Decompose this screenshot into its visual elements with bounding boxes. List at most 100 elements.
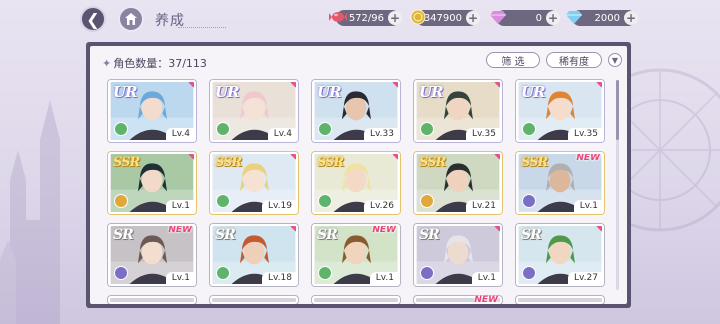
- home-button[interactable]: [118, 6, 144, 32]
- character-card[interactable]: SR Lv.1 NEW: [108, 224, 196, 286]
- attribute-icon: [522, 122, 536, 136]
- character-card[interactable]: SSR Lv.26: [312, 152, 400, 214]
- castle-silhouette-decoration: [0, 100, 60, 324]
- character-card-partial[interactable]: [210, 296, 298, 304]
- sort-order-button[interactable]: ▼: [608, 53, 622, 67]
- attribute-icon: [318, 266, 332, 280]
- level-label: Lv.27: [568, 272, 602, 284]
- character-card[interactable]: UR Lv.35: [516, 80, 604, 142]
- rarity-badge: SSR: [419, 155, 446, 170]
- add-stamina-button[interactable]: +: [388, 11, 402, 25]
- attribute-icon: [216, 122, 230, 136]
- character-panel-body: ✦ 角色数量：37/113 筛 选 稀有度 ▼ UR Lv.4 UR Lv.4 UR Lv.…: [90, 46, 627, 304]
- back-button[interactable]: ❮: [80, 6, 106, 32]
- attribute-icon: [114, 266, 128, 280]
- rarity-badge: UR: [317, 83, 342, 101]
- level-label: Lv.21: [466, 200, 500, 212]
- stamina-counter: 572/96 +: [329, 10, 402, 26]
- rarity-sort-button[interactable]: 稀有度: [546, 52, 602, 68]
- character-card[interactable]: SR Lv.27: [516, 224, 604, 286]
- rarity-badge: UR: [113, 83, 138, 101]
- level-label: Lv.4: [165, 128, 194, 140]
- new-badge: NEW: [372, 225, 396, 235]
- premium-diamond-counter: 0 +: [490, 10, 560, 26]
- rarity-badge: SR: [215, 227, 236, 243]
- level-label: Lv.1: [165, 272, 194, 284]
- character-card-partial[interactable]: [108, 296, 196, 304]
- character-count-text: 角色数量：37/113: [113, 57, 207, 70]
- filter-button[interactable]: 筛 选: [486, 52, 540, 68]
- attribute-icon: [216, 194, 230, 208]
- character-card[interactable]: SR Lv.1: [414, 224, 502, 286]
- attribute-icon: [114, 194, 128, 208]
- character-card[interactable]: UR Lv.4: [210, 80, 298, 142]
- rarity-badge: SR: [521, 227, 542, 243]
- character-card-partial[interactable]: [312, 296, 400, 304]
- stamina-value: 572/96: [348, 12, 384, 24]
- add-premium-diamond-button[interactable]: +: [546, 11, 560, 25]
- character-card[interactable]: SR Lv.18: [210, 224, 298, 286]
- level-label: Lv.35: [568, 128, 602, 140]
- character-card-partial[interactable]: [516, 296, 604, 304]
- chevron-down-icon: ▼: [611, 55, 619, 65]
- candy-icon: [328, 7, 348, 27]
- rarity-badge: SSR: [113, 155, 140, 170]
- add-gold-button[interactable]: +: [466, 11, 480, 25]
- home-icon: [125, 13, 137, 25]
- attribute-icon: [420, 194, 434, 208]
- level-label: Lv.4: [267, 128, 296, 140]
- rarity-badge: UR: [521, 83, 546, 101]
- new-badge: NEW: [474, 295, 498, 304]
- character-card[interactable]: SSR Lv.1: [108, 152, 196, 214]
- attribute-icon: [216, 266, 230, 280]
- add-diamond-button[interactable]: +: [624, 11, 638, 25]
- rarity-badge: SR: [419, 227, 440, 243]
- level-label: Lv.19: [262, 200, 296, 212]
- rarity-badge: SR: [317, 227, 338, 243]
- attribute-icon: [522, 194, 536, 208]
- rarity-badge: UR: [215, 83, 240, 101]
- attribute-icon: [114, 122, 128, 136]
- character-card[interactable]: SR Lv.1 NEW: [312, 224, 400, 286]
- rarity-badge: SSR: [521, 155, 548, 170]
- coin-icon: [408, 7, 428, 27]
- pink-diamond-icon: [488, 7, 508, 27]
- character-count: ✦ 角色数量：37/113: [102, 55, 207, 71]
- top-bar: ❮ 养成 572/96 + 3347900 + 0 + 2000 +: [0, 0, 720, 36]
- attribute-icon: [318, 122, 332, 136]
- character-card[interactable]: SSR Lv.1 NEW: [516, 152, 604, 214]
- back-arrow-icon: ❮: [86, 9, 100, 29]
- level-label: Lv.26: [364, 200, 398, 212]
- scrollbar[interactable]: [616, 80, 619, 290]
- level-label: Lv.1: [165, 200, 194, 212]
- level-label: Lv.33: [364, 128, 398, 140]
- attribute-icon: [522, 266, 536, 280]
- character-panel: ✦ 角色数量：37/113 筛 选 稀有度 ▼ UR Lv.4 UR Lv.4 UR Lv.…: [86, 42, 631, 308]
- blue-diamond-icon: [564, 7, 584, 27]
- level-label: Lv.1: [369, 272, 398, 284]
- rarity-badge: UR: [419, 83, 444, 101]
- attribute-icon: [318, 194, 332, 208]
- new-badge: NEW: [576, 153, 600, 163]
- character-card[interactable]: SSR Lv.19: [210, 152, 298, 214]
- character-card[interactable]: SSR Lv.21: [414, 152, 502, 214]
- title-underline-decoration: [178, 25, 226, 28]
- rarity-badge: SSR: [215, 155, 242, 170]
- character-card[interactable]: UR Lv.4: [108, 80, 196, 142]
- rarity-badge: SR: [113, 227, 134, 243]
- diamond-value: 2000: [594, 12, 620, 24]
- scroll-thumb[interactable]: [616, 80, 619, 140]
- level-label: Lv.1: [471, 272, 500, 284]
- character-card-partial[interactable]: NEW: [414, 295, 502, 304]
- character-card[interactable]: UR Lv.33: [312, 80, 400, 142]
- level-label: Lv.1: [573, 200, 602, 212]
- level-label: Lv.35: [466, 128, 500, 140]
- premium-diamond-value: 0: [535, 12, 542, 24]
- character-card[interactable]: UR Lv.35: [414, 80, 502, 142]
- rarity-badge: SSR: [317, 155, 344, 170]
- attribute-icon: [420, 266, 434, 280]
- gold-counter: 3347900 +: [410, 9, 480, 26]
- new-badge: NEW: [168, 225, 192, 235]
- attribute-icon: [420, 122, 434, 136]
- level-label: Lv.18: [262, 272, 296, 284]
